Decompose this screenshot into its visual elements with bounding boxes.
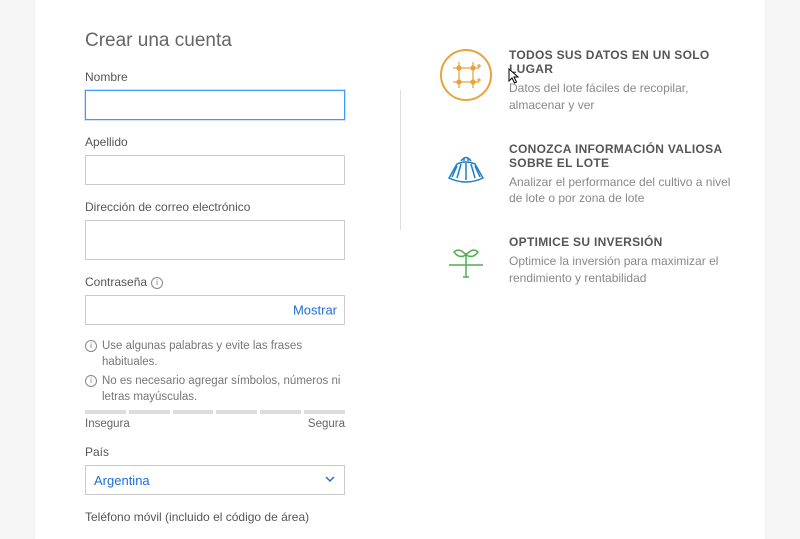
last-name-input[interactable] <box>85 155 345 185</box>
feature-title: OPTIMICE SU INVERSIÓN <box>509 235 731 249</box>
password-label-text: Contraseña <box>85 275 147 289</box>
feature-item: CONOZCA INFORMACIÓN VALIOSA SOBRE EL LOT… <box>439 142 731 208</box>
show-password-button[interactable]: Mostrar <box>293 303 337 318</box>
feature-desc: Optimice la inversión para maximizar el … <box>509 253 731 287</box>
feature-desc: Datos del lote fáciles de recopilar, alm… <box>509 80 731 114</box>
vertical-divider <box>400 90 401 230</box>
signup-form: Crear una cuenta Nombre Apellido Direcci… <box>85 30 345 539</box>
feature-title: TODOS SUS DATOS EN UN SOLO LUGAR <box>509 48 731 76</box>
info-icon: i <box>151 277 163 289</box>
field-analysis-icon <box>439 142 493 196</box>
page-title: Crear una cuenta <box>85 30 345 52</box>
data-points-icon <box>439 48 493 102</box>
email-label: Dirección de correo electrónico <box>85 200 345 214</box>
strength-strong-label: Segura <box>308 418 345 430</box>
country-label: País <box>85 445 345 459</box>
plant-growth-icon <box>439 235 493 289</box>
chevron-down-icon <box>324 473 336 488</box>
first-name-label: Nombre <box>85 70 345 84</box>
password-label: Contraseña i <box>85 275 345 289</box>
email-input[interactable] <box>85 220 345 260</box>
password-hint-2: No es necesario agregar símbolos, número… <box>102 374 345 405</box>
feature-desc: Analizar el performance del cultivo a ni… <box>509 174 731 208</box>
country-value: Argentina <box>94 473 150 488</box>
first-name-input[interactable] <box>85 90 345 120</box>
password-hint-1: Use algunas palabras y evite las frases … <box>102 339 345 370</box>
feature-item: OPTIMICE SU INVERSIÓN Optimice la invers… <box>439 235 731 289</box>
feature-title: CONOZCA INFORMACIÓN VALIOSA SOBRE EL LOT… <box>509 142 731 170</box>
phone-label: Teléfono móvil (incluido el código de ár… <box>85 510 345 524</box>
last-name-label: Apellido <box>85 135 345 149</box>
features-list: TODOS SUS DATOS EN UN SOLO LUGAR Datos d… <box>439 30 761 539</box>
strength-weak-label: Insegura <box>85 418 130 430</box>
info-icon: i <box>85 340 97 352</box>
feature-item: TODOS SUS DATOS EN UN SOLO LUGAR Datos d… <box>439 48 731 114</box>
country-select[interactable]: Argentina <box>85 465 345 495</box>
password-strength-meter <box>85 410 345 414</box>
info-icon: i <box>85 375 97 387</box>
